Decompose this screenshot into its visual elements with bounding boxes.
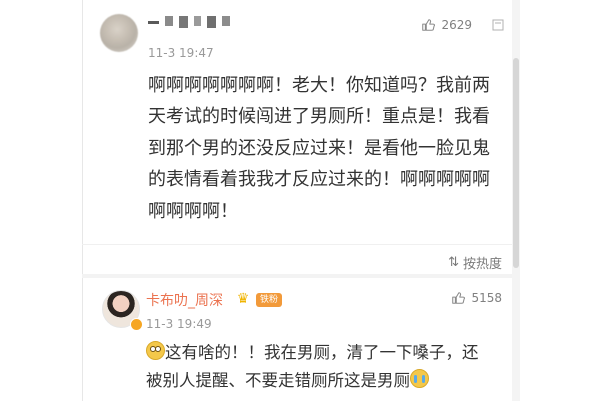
crying-emoji-icon [410,369,429,388]
like-button[interactable]: 2629 [421,18,472,32]
sort-by-hotness-button[interactable]: ⇅ 按热度 [448,253,502,272]
like-count: 2629 [441,18,472,32]
sort-icon: ⇅ [448,255,459,270]
comment-item: 11-3 19:47 2629 啊啊啊啊啊啊啊！老大！你知道吗？我前两天考试的时… [82,0,512,236]
like-button[interactable]: 5158 [451,291,502,305]
scrollbar-thumb[interactable] [513,58,519,268]
like-count: 5158 [471,291,502,305]
username-obscured[interactable] [148,16,230,28]
crown-icon: ♛ [236,291,250,307]
scrollbar[interactable] [512,0,520,401]
comment-item: 卡布叻_周深 ♛ 铁粉 11-3 19:49 5158 这有啥的！！我在男厕，清… [82,278,512,401]
sort-label: 按热度 [462,257,502,272]
eye-roll-emoji-icon [146,341,165,360]
sort-row: ⇅ 按热度 [82,244,512,275]
fan-badge: 铁粉 [256,293,283,307]
user-avatar-icon[interactable] [100,14,138,52]
comment-username[interactable]: 卡布叻_周深 [146,292,223,310]
verified-badge-icon [130,318,143,331]
thumbs-up-icon [422,19,436,31]
comment-time: 11-3 19:47 [148,46,214,60]
more-vert-icon[interactable] [492,19,504,31]
thumbs-up-icon [452,292,466,304]
comment-text: 啊啊啊啊啊啊啊！老大！你知道吗？我前两天考试的时候闯进了男厕所！重点是！我看到那… [148,75,490,222]
comment-time: 11-3 19:49 [146,317,212,331]
comment-text: 这有啥的！！我在男厕，清了一下嗓子，还被别人提醒、不要走错厕所这是男厕 [146,339,486,395]
comment-text-part: 这有啥的！！我在男厕，清了一下嗓子，还被别人提醒、不要走错厕所这是男厕 [146,343,479,390]
